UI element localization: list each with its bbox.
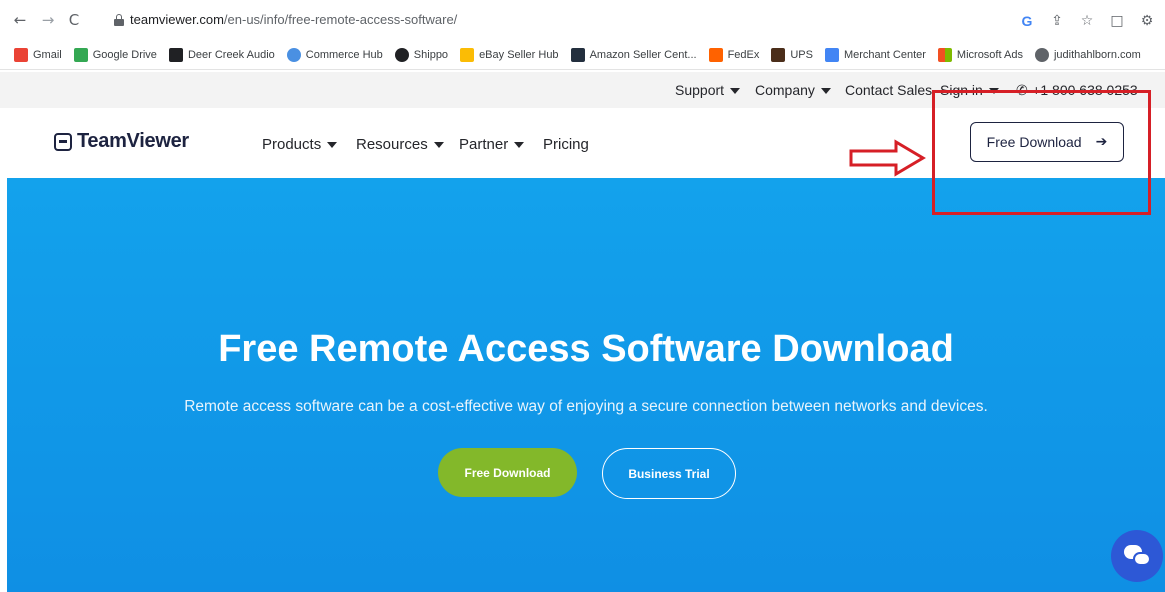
star-bookmark-icon[interactable]: ☆ xyxy=(1077,13,1097,29)
logo-text: TeamViewer xyxy=(77,130,189,152)
bookmark-merchant-center[interactable]: Merchant Center xyxy=(824,47,926,62)
gmail-icon xyxy=(14,47,28,62)
teamviewer-logo[interactable]: TeamViewer xyxy=(54,130,189,153)
company-menu[interactable]: Company xyxy=(755,82,831,98)
bookmark-label: Deer Creek Audio xyxy=(187,48,275,61)
nav-products-label: Products xyxy=(262,136,322,153)
site-icon xyxy=(1034,47,1049,62)
ebay-bag-icon xyxy=(460,47,475,62)
bookmark-label: judithahlborn.com xyxy=(1053,48,1141,61)
business-trial-button[interactable]: Business Trial xyxy=(602,448,736,499)
commerce-hub-icon xyxy=(286,47,301,62)
lock-icon[interactable] xyxy=(114,14,124,26)
share-icon[interactable]: ⇪ xyxy=(1047,13,1067,29)
teamviewer-logo-icon xyxy=(54,132,72,151)
google-drive-icon xyxy=(73,47,88,62)
shippo-icon xyxy=(394,47,409,62)
caret-down-icon xyxy=(327,142,338,149)
nav-partner[interactable]: Partner xyxy=(459,136,525,153)
microsoft-icon xyxy=(937,47,952,62)
url-text[interactable]: teamviewer.com/en-us/info/free-remote-ac… xyxy=(130,12,457,27)
bookmark-google-drive[interactable]: Google Drive xyxy=(73,47,157,62)
reload-icon[interactable]: C xyxy=(64,10,84,30)
contact-sales-link[interactable]: Contact Sales xyxy=(845,82,932,98)
bookmark-label: FedEx xyxy=(727,48,760,61)
amazon-icon xyxy=(570,47,585,62)
sidepanel-icon[interactable]: □ xyxy=(1107,13,1127,29)
bookmark-label: Microsoft Ads xyxy=(956,48,1023,61)
bookmark-commerce-hub[interactable]: Commerce Hub xyxy=(286,47,383,62)
support-menu[interactable]: Support xyxy=(675,82,741,98)
bookmark-shippo[interactable]: Shippo xyxy=(394,47,449,62)
hero-subtitle: Remote access software can be a cost-eff… xyxy=(184,398,988,415)
bookmark-deer-creek-audio[interactable]: Deer Creek Audio xyxy=(168,47,275,62)
url-path: /en-us/info/free-remote-access-software/ xyxy=(223,12,458,27)
browser-toolbar: ← → C teamviewer.com/en-us/info/free-rem… xyxy=(0,0,1165,40)
bookmark-label: Amazon Seller Cent... xyxy=(589,48,697,61)
bookmark-judithahlborn[interactable]: judithahlborn.com xyxy=(1034,47,1141,62)
caret-down-icon xyxy=(820,88,831,95)
caret-down-icon xyxy=(730,88,741,95)
bookmark-ups[interactable]: UPS xyxy=(771,47,813,62)
bookmarks-bar: Gmail Google Drive Deer Creek Audio Comm… xyxy=(0,40,1165,70)
annotation-highlight-box xyxy=(932,90,1151,215)
extension-icon[interactable]: ⚙ xyxy=(1137,13,1157,29)
bookmark-fedex[interactable]: FedEx xyxy=(708,47,760,62)
caret-down-icon xyxy=(433,142,444,149)
bookmark-label: Google Drive xyxy=(92,48,157,61)
merchant-center-icon xyxy=(824,47,839,62)
bookmark-label: Shippo xyxy=(413,48,449,61)
chat-icon[interactable] xyxy=(1111,530,1163,582)
nav-products[interactable]: Products xyxy=(262,136,338,153)
url-domain: teamviewer.com xyxy=(130,12,224,27)
bookmark-microsoft-ads[interactable]: Microsoft Ads xyxy=(937,47,1023,62)
nav-pricing[interactable]: Pricing xyxy=(543,136,589,153)
bookmark-amazon-seller-central[interactable]: Amazon Seller Cent... xyxy=(570,47,697,62)
google-icon[interactable]: G xyxy=(1017,13,1037,29)
bookmark-label: Merchant Center xyxy=(843,48,926,61)
bookmark-label: Gmail xyxy=(33,48,62,61)
back-arrow-icon[interactable]: ← xyxy=(10,10,30,30)
support-label: Support xyxy=(675,82,725,98)
company-label: Company xyxy=(755,82,815,98)
ups-icon xyxy=(771,47,786,62)
bookmark-label: eBay Seller Hub xyxy=(479,48,559,61)
bookmark-label: UPS xyxy=(790,48,813,61)
nav-resources[interactable]: Resources xyxy=(356,136,444,153)
address-bar[interactable]: teamviewer.com/en-us/info/free-remote-ac… xyxy=(96,8,1161,34)
nav-resources-label: Resources xyxy=(356,136,428,153)
hero-title: Free Remote Access Software Download xyxy=(218,328,954,370)
hero-free-download-button[interactable]: Free Download xyxy=(438,448,577,497)
caret-down-icon xyxy=(514,142,525,149)
nav-partner-label: Partner xyxy=(459,136,509,153)
bookmark-label: Commerce Hub xyxy=(305,48,383,61)
hero-section: Free Remote Access Software Download Rem… xyxy=(7,178,1165,592)
bookmark-gmail[interactable]: Gmail xyxy=(14,47,62,62)
fedex-icon xyxy=(708,47,723,62)
forward-arrow-icon[interactable]: → xyxy=(38,10,58,30)
deer-icon xyxy=(168,47,183,62)
bookmark-ebay-seller-hub[interactable]: eBay Seller Hub xyxy=(460,47,559,62)
annotation-arrow-icon xyxy=(849,139,926,177)
